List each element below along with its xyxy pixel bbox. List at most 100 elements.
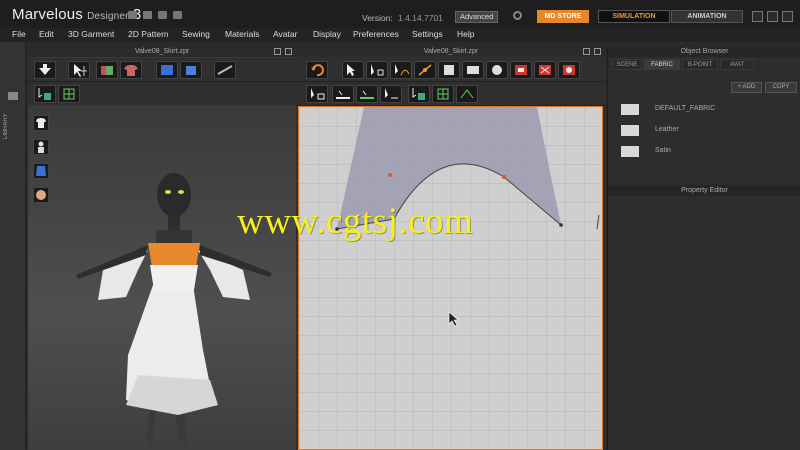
fabric-item[interactable]: DEFAULT_FABRIC	[618, 103, 788, 117]
white-corset	[150, 265, 198, 290]
rectangle-tool-icon[interactable]	[462, 61, 484, 79]
close-icon[interactable]	[285, 48, 292, 55]
new-file-icon[interactable]	[128, 11, 137, 19]
md-store-button[interactable]: MD STORE	[537, 10, 589, 23]
3d-window: Valve08_Skirt.zpr	[28, 46, 296, 450]
menu-3d-garment[interactable]: 3D Garment	[68, 29, 114, 39]
library-label: LIBRARY	[3, 113, 9, 139]
object-browser-title: Object Browser	[608, 46, 800, 57]
fabric-swatch	[621, 125, 639, 136]
internal-rect-tool-icon[interactable]	[510, 61, 532, 79]
texture-tool-icon[interactable]	[456, 85, 478, 103]
undo-icon[interactable]	[158, 11, 167, 19]
3d-window-title: Valve08_Skirt.zpr	[28, 46, 296, 57]
pattern-point[interactable]	[559, 223, 563, 227]
maximize-button[interactable]	[767, 11, 778, 22]
segment-sewing-icon[interactable]	[332, 85, 354, 103]
animation-mode-button[interactable]: ANIMATION	[671, 10, 743, 23]
refresh-icon[interactable]	[306, 61, 328, 79]
pattern-grid	[299, 107, 602, 449]
fabric-name: DEFAULT_FABRIC	[655, 105, 716, 112]
shirt-tool-icon[interactable]	[120, 61, 142, 79]
2d-pattern-window: Valve08_Skirt.zpr	[296, 46, 606, 450]
menu-preferences[interactable]: Preferences	[353, 29, 399, 39]
select-move-tool-icon[interactable]	[68, 61, 90, 79]
right-panel: Object Browser SCENE FABRIC B-POINT AVAT…	[607, 46, 800, 450]
edit-point-tool-icon[interactable]	[366, 61, 388, 79]
avatar-head	[157, 173, 191, 217]
library-strip[interactable]: LIBRARY	[0, 42, 26, 450]
internal-circle-tool-icon[interactable]	[558, 61, 580, 79]
close-2d-icon[interactable]	[594, 48, 601, 55]
save-icon[interactable]	[143, 11, 152, 19]
menu-2d-pattern[interactable]: 2D Pattern	[128, 29, 169, 39]
fabric-item[interactable]: Satin	[618, 145, 788, 159]
edit-sewing-icon[interactable]	[380, 85, 402, 103]
quick-access-toolbar	[128, 11, 182, 19]
menu-settings[interactable]: Settings	[412, 29, 443, 39]
tab-avatar[interactable]: AVAT	[720, 59, 754, 70]
title-bar: Marvelous Designer 3 Version: 1.4.14.770…	[0, 0, 800, 28]
pattern-point[interactable]	[335, 227, 339, 231]
pin-2d-tool-icon[interactable]	[408, 85, 430, 103]
polygon-tool-icon[interactable]	[438, 61, 460, 79]
property-editor-title: Property Editor	[608, 185, 800, 196]
menu-sewing[interactable]: Sewing	[182, 29, 210, 39]
library-icon	[8, 92, 18, 100]
menu-help[interactable]: Help	[457, 29, 474, 39]
menu-avatar[interactable]: Avatar	[273, 29, 297, 39]
avatar-right-eye	[178, 190, 184, 194]
tab-fabric[interactable]: FABRIC	[644, 59, 680, 70]
copy-fabric-button[interactable]: COPY	[765, 82, 797, 93]
tab-b-point[interactable]: B-POINT	[682, 59, 718, 70]
garment-blue-tool-2-icon[interactable]	[180, 61, 202, 79]
menu-bar: File Edit 3D Garment 2D Pattern Sewing M…	[0, 28, 800, 42]
skirt-hem	[126, 375, 218, 415]
minimize-button[interactable]	[752, 11, 763, 22]
pattern-point[interactable]	[388, 173, 392, 177]
fabric-swatch	[621, 104, 639, 115]
tab-scene[interactable]: SCENE	[612, 59, 642, 70]
popout-2d-icon[interactable]	[583, 48, 590, 55]
3d-toolbar	[28, 58, 296, 82]
edition-badge: Advanced	[455, 11, 499, 23]
popout-icon[interactable]	[274, 48, 281, 55]
2d-window-title: Valve08_Skirt.zpr	[296, 46, 606, 57]
3d-toolbar-2	[28, 82, 296, 106]
add-point-tool-icon[interactable]	[414, 61, 436, 79]
free-sewing-icon[interactable]	[356, 85, 378, 103]
2d-toolbar	[296, 58, 606, 82]
select-point-tool-icon[interactable]	[342, 61, 364, 79]
avatar-figure	[76, 173, 272, 445]
edit-curve-tool-icon[interactable]	[390, 61, 412, 79]
fabric-item[interactable]: Leather	[618, 124, 788, 138]
fabric-name: Satin	[655, 147, 671, 154]
add-fabric-button[interactable]: + ADD	[731, 82, 762, 93]
menu-materials[interactable]: Materials	[225, 29, 259, 39]
gear-icon[interactable]	[513, 11, 522, 20]
pin-tool-icon[interactable]	[34, 85, 56, 103]
redo-icon[interactable]	[173, 11, 182, 19]
version-number: 1.4.14.7701	[398, 13, 443, 23]
3d-viewport[interactable]	[28, 105, 296, 450]
fabric-name: Leather	[655, 126, 679, 133]
garment-blue-tool-icon[interactable]	[156, 61, 178, 79]
internal-cross-tool-icon[interactable]	[534, 61, 556, 79]
menu-edit[interactable]: Edit	[39, 29, 54, 39]
menu-display[interactable]: Display	[313, 29, 341, 39]
pattern-canvas[interactable]	[298, 106, 603, 450]
menu-file[interactable]: File	[12, 29, 26, 39]
seam-tool-icon[interactable]	[306, 85, 328, 103]
grid-2d-tool-icon[interactable]	[432, 85, 454, 103]
measure-tool-icon[interactable]	[214, 61, 236, 79]
fold-tool-icon[interactable]	[96, 61, 118, 79]
simulation-mode-button[interactable]: SIMULATION	[598, 10, 670, 23]
2d-toolbar-2	[296, 82, 606, 106]
circle-tool-icon[interactable]	[486, 61, 508, 79]
pattern-point[interactable]	[502, 175, 506, 179]
down-arrow-tool-icon[interactable]	[34, 61, 56, 79]
grid-tool-icon[interactable]	[58, 85, 80, 103]
orange-bodice	[148, 243, 200, 267]
close-button[interactable]	[782, 11, 793, 22]
fabric-swatch	[621, 146, 639, 157]
